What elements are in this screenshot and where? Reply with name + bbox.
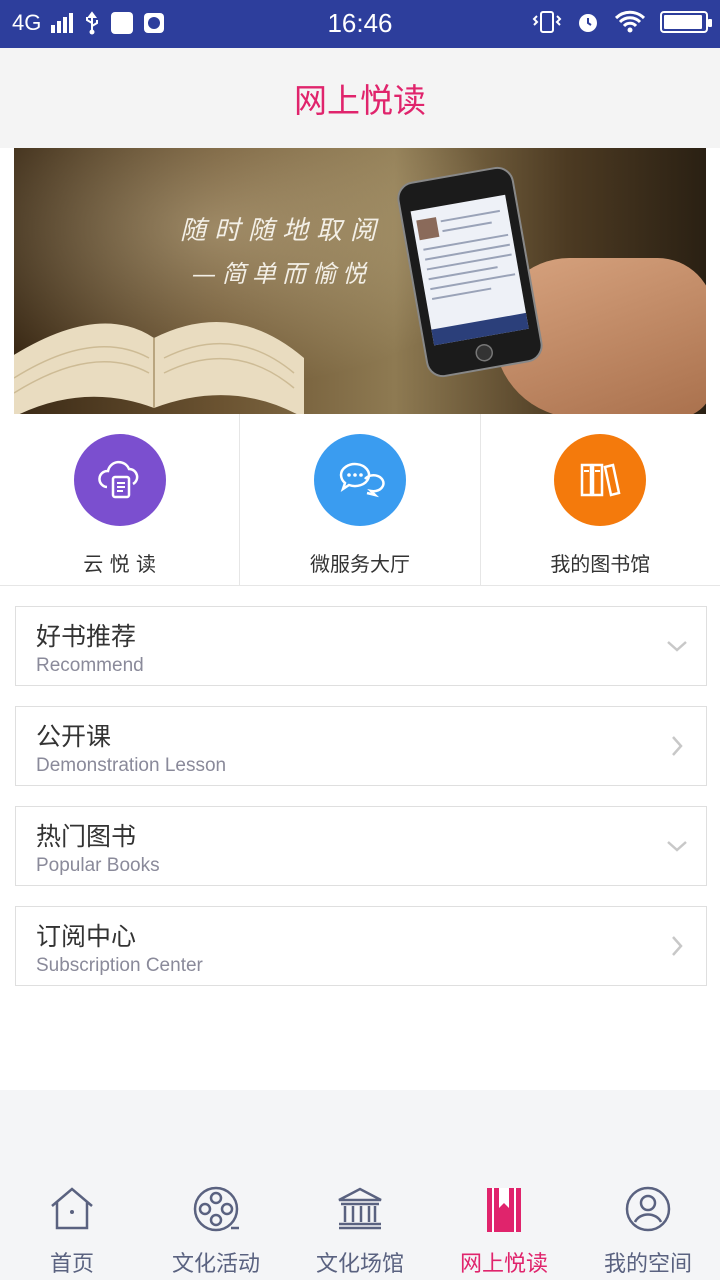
home-icon <box>51 1187 93 1230</box>
quick-entry-row: 云 悦 读 微服务大厅 我的图书馆 <box>0 414 720 586</box>
banner-slogan-line1: 随时随地取阅 <box>180 216 385 246</box>
section-list: 好书推荐 Recommend 公开课 Demonstration Lesson … <box>15 606 707 1006</box>
nav-tab-my-space[interactable]: 我的空间 <box>576 1176 720 1280</box>
section-title: 订阅中心 <box>36 922 137 951</box>
cloud-document-icon <box>73 434 166 526</box>
nav-label: 网上悦读 <box>459 1252 548 1277</box>
nav-label: 文化场馆 <box>315 1252 404 1277</box>
nav-tab-cultural-venues[interactable]: 文化场馆 <box>288 1176 432 1280</box>
vibrate-icon <box>532 11 562 33</box>
film-reel-icon <box>193 1186 239 1232</box>
chevron-right-icon <box>672 936 683 956</box>
quick-entry-service-hall[interactable]: 微服务大厅 <box>240 414 481 585</box>
section-subtitle: Demonstration Lesson <box>36 755 227 776</box>
open-book-illustration <box>14 322 304 414</box>
section-demonstration-lesson[interactable]: 公开课 Demonstration Lesson <box>15 706 707 786</box>
bottom-navigation: 首页 文化活动 文化场馆 网上悦读 我的空间 <box>0 1176 720 1280</box>
section-recommend[interactable]: 好书推荐 Recommend <box>15 606 707 686</box>
chevron-right-icon <box>672 736 683 756</box>
section-subtitle: Subscription Center <box>36 955 203 976</box>
nav-tab-home[interactable]: 首页 <box>0 1176 144 1280</box>
nav-label: 我的空间 <box>603 1252 692 1277</box>
page-header: 网上悦读 <box>0 48 720 148</box>
museum-icon <box>338 1187 382 1230</box>
section-subtitle: Popular Books <box>36 855 160 876</box>
battery-icon <box>660 11 712 33</box>
nav-tab-cultural-activities[interactable]: 文化活动 <box>144 1176 288 1280</box>
bookmark-icon <box>487 1188 521 1232</box>
nav-label: 文化活动 <box>171 1252 260 1277</box>
nav-tab-online-reading[interactable]: 网上悦读 <box>432 1176 576 1280</box>
page-title: 网上悦读 <box>294 81 426 120</box>
nav-label: 首页 <box>49 1252 94 1277</box>
chevron-down-icon <box>667 841 687 852</box>
promo-banner[interactable]: 随时随地取阅 —简单而愉悦 <box>14 148 706 414</box>
section-popular-books[interactable]: 热门图书 Popular Books <box>15 806 707 886</box>
quick-entry-label: 云 悦 读 <box>83 552 157 576</box>
quick-entry-cloud-reading[interactable]: 云 悦 读 <box>0 414 241 585</box>
main-content: 随时随地取阅 —简单而愉悦 云 悦 读 微服务大厅 我的图书馆 好书推荐 Rec… <box>0 148 720 1090</box>
status-right <box>532 10 712 34</box>
section-subtitle: Recommend <box>36 655 144 676</box>
alarm-icon <box>579 14 597 32</box>
status-bar: 4G 16:46 <box>0 0 720 48</box>
section-subscription-center[interactable]: 订阅中心 Subscription Center <box>15 906 707 986</box>
user-icon <box>625 1186 671 1232</box>
quick-entry-my-library[interactable]: 我的图书馆 <box>481 414 720 585</box>
quick-entry-label: 我的图书馆 <box>550 552 651 576</box>
chat-bubbles-icon <box>313 434 406 526</box>
bookshelf-icon <box>554 434 647 526</box>
quick-entry-label: 微服务大厅 <box>309 552 410 576</box>
section-title: 热门图书 <box>36 822 137 851</box>
wifi-icon <box>614 10 646 33</box>
section-title: 公开课 <box>36 722 112 751</box>
chevron-down-icon <box>667 641 687 652</box>
section-title: 好书推荐 <box>36 622 137 651</box>
banner-slogan-line2: —简单而愉悦 <box>192 260 372 288</box>
